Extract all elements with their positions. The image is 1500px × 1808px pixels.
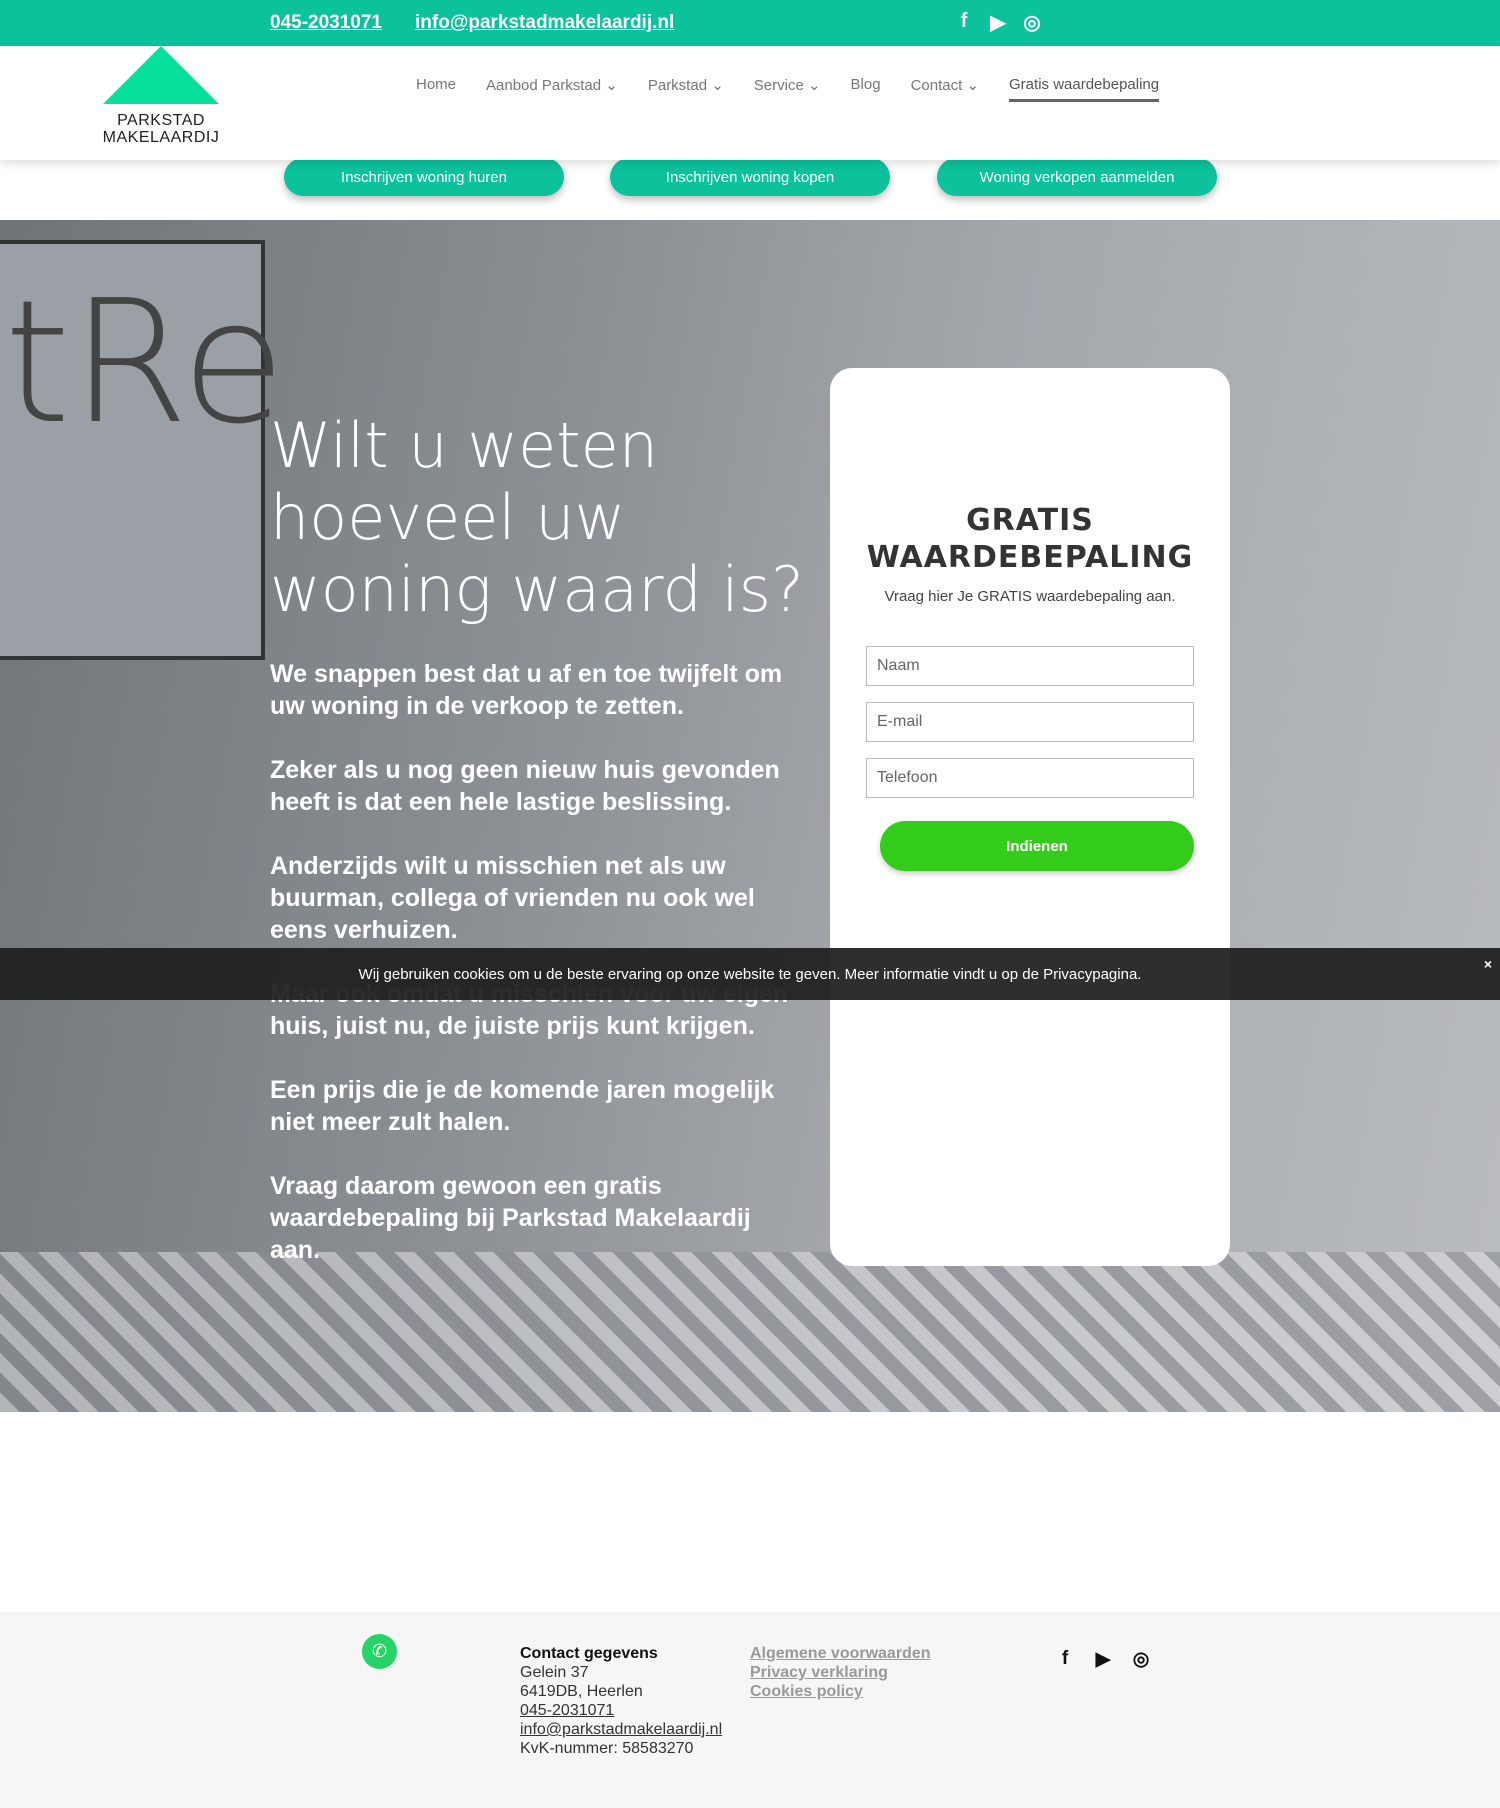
whatsapp-icon[interactable]: ✆ xyxy=(362,1634,397,1669)
phone-input[interactable] xyxy=(866,758,1194,798)
nav-service[interactable]: Service ⌄ xyxy=(754,76,821,102)
hero-paragraph: Vraag daarom gewoon een gratis waardebep… xyxy=(270,1172,751,1264)
nav-home[interactable]: Home xyxy=(416,76,456,102)
logo-text: PARKSTAD xyxy=(117,112,205,129)
cookie-banner: Wij gebruiken cookies om u de beste erva… xyxy=(0,948,1500,1000)
cta-kopen-button[interactable]: Inschrijven woning kopen xyxy=(610,158,890,196)
email-link[interactable]: info@parkstadmakelaardij.nl xyxy=(415,12,674,34)
privacy-link[interactable]: Privacy verklaring xyxy=(750,1663,931,1682)
hero-paragraph: We snappen best dat u af en toe twijfelt… xyxy=(270,660,783,720)
contact-details: Contact gegevens Gelein 37 6419DB, Heerl… xyxy=(520,1644,722,1758)
footer-email-link[interactable]: info@parkstadmakelaardij.nl xyxy=(520,1720,722,1739)
address-city: 6419DB, Heerlen xyxy=(520,1683,643,1700)
instagram-icon[interactable]: ◎ xyxy=(1021,10,1043,35)
contact-title: Contact gegevens xyxy=(520,1645,658,1662)
cta-huren-button[interactable]: Inschrijven woning huren xyxy=(284,158,564,196)
hero-paragraph: Een prijs die je de komende jaren mogeli… xyxy=(270,1076,775,1136)
top-bar: 045-2031071 info@parkstadmakelaardij.nl … xyxy=(0,0,1500,46)
form-subtitle: Vraag hier Je GRATIS waardebepaling aan. xyxy=(884,588,1176,605)
nav-gratis-waardebepaling[interactable]: Gratis waardebepaling xyxy=(1009,76,1160,102)
form-title: GRATIS WAARDEBEPALING xyxy=(866,503,1194,575)
name-input[interactable] xyxy=(866,646,1194,686)
hero-title: Wilt u weten hoeveel uw woning waard is? xyxy=(270,409,804,626)
nav-contact[interactable]: Contact ⌄ xyxy=(911,76,979,102)
hero: tRe Wilt u weten hoeveel uw woning waard… xyxy=(0,220,1500,1412)
cookies-link[interactable]: Cookies policy xyxy=(750,1682,931,1701)
kvk-number: KvK-nummer: 58583270 xyxy=(520,1740,694,1757)
logo-text: MAKELAARDIJ xyxy=(102,129,220,146)
facebook-icon[interactable]: f xyxy=(1055,1648,1075,1671)
footer: ✆ Contact gegevens Gelein 37 6419DB, Hee… xyxy=(0,1612,1500,1808)
youtube-icon[interactable]: ▶ xyxy=(1093,1648,1113,1671)
youtube-icon[interactable]: ▶ xyxy=(987,10,1009,35)
header: PARKSTAD MAKELAARDIJ Home Aanbod Parkstad… xyxy=(0,46,1500,160)
hero-paragraph: Zeker als u nog geen nieuw huis gevonden… xyxy=(270,756,780,816)
cta-verkopen-button[interactable]: Woning verkopen aanmelden xyxy=(937,158,1217,196)
logo[interactable]: PARKSTAD MAKELAARDIJ xyxy=(101,46,221,150)
nav-aanbod[interactable]: Aanbod Parkstad ⌄ xyxy=(486,76,618,102)
background-picture-frame: tRe xyxy=(0,240,286,660)
logo-triangle xyxy=(103,46,219,104)
facebook-icon[interactable]: f xyxy=(953,10,975,35)
email-input[interactable] xyxy=(866,702,1194,742)
close-icon[interactable]: × xyxy=(1484,956,1492,972)
nav-blog[interactable]: Blog xyxy=(851,76,881,102)
submit-button[interactable]: Indienen xyxy=(880,821,1194,871)
address-street: Gelein 37 xyxy=(520,1664,589,1681)
hero-paragraph: Anderzijds wilt u misschien net als uw b… xyxy=(270,852,755,944)
cookie-text: Wij gebruiken cookies om u de beste erva… xyxy=(358,965,1142,983)
terms-link[interactable]: Algemene voorwaarden xyxy=(750,1644,931,1663)
valuation-form: GRATIS WAARDEBEPALING Vraag hier Je GRAT… xyxy=(830,368,1230,1266)
footer-phone-link[interactable]: 045-2031071 xyxy=(520,1701,722,1720)
instagram-icon[interactable]: ◎ xyxy=(1131,1648,1151,1671)
main-nav: Home Aanbod Parkstad ⌄ Parkstad ⌄ Servic… xyxy=(416,76,1160,102)
nav-parkstad[interactable]: Parkstad ⌄ xyxy=(648,76,724,102)
phone-link[interactable]: 045-2031071 xyxy=(270,12,382,34)
